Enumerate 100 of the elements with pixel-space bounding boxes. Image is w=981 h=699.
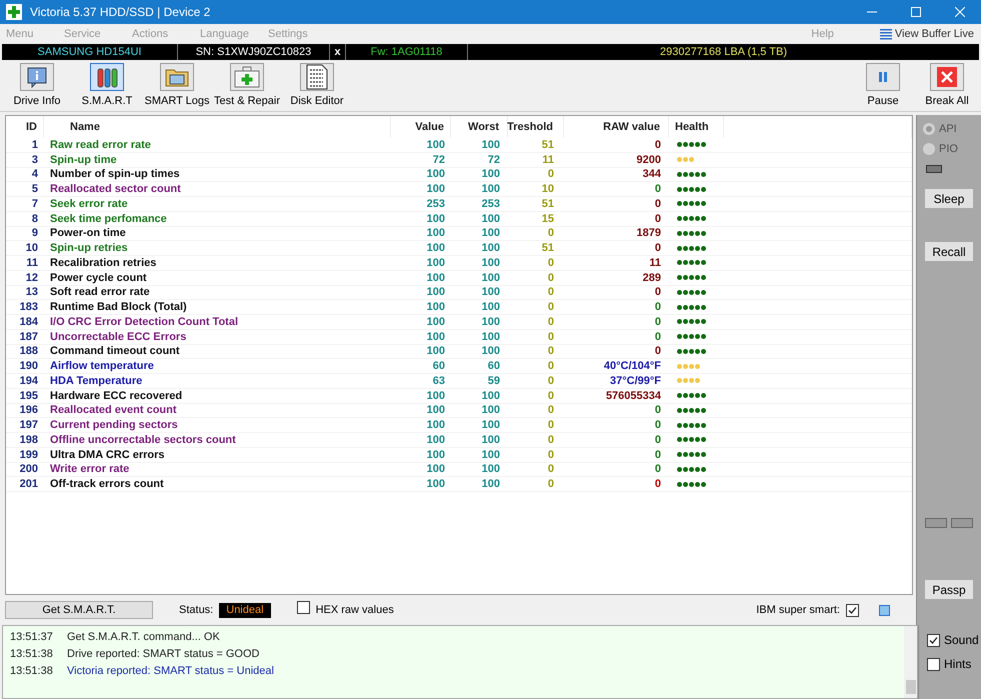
table-cell-text: 190 bbox=[18, 359, 39, 374]
table-cell-text: 100 bbox=[426, 418, 446, 432]
table-cell-text: 51 bbox=[540, 196, 555, 211]
table-cell-text: 100 bbox=[426, 477, 446, 492]
toolbar-button[interactable]: SMART Logs bbox=[142, 62, 212, 109]
option-checkbox[interactable] bbox=[927, 658, 940, 670]
table-cell-text: 59 bbox=[486, 374, 501, 388]
table-cell-text: 100 bbox=[426, 270, 446, 285]
attribute-name: Current pending sectors bbox=[49, 418, 179, 432]
table-cell-text: 51 bbox=[540, 241, 555, 256]
ibm-checkbox[interactable] bbox=[846, 604, 859, 616]
table-cell-text: 3 bbox=[30, 152, 39, 167]
table-cell-text: 100 bbox=[426, 182, 446, 196]
table-cell-text: 0 bbox=[546, 374, 555, 388]
attribute-name: Offline uncorrectable sectors count bbox=[49, 432, 237, 447]
table-cell-text: 100 bbox=[426, 344, 446, 358]
table-cell-text: 12 bbox=[24, 270, 39, 285]
table-cell-text: 0 bbox=[546, 270, 555, 285]
table-cell-text: 60 bbox=[486, 359, 501, 374]
table-cell-text: 100 bbox=[426, 388, 446, 403]
binary-document-icon bbox=[306, 64, 328, 90]
attribute-name: HDA Temperature bbox=[49, 374, 144, 388]
attribute-name: Reallocated sector count bbox=[49, 182, 182, 196]
table-cell-text: 11 bbox=[541, 152, 555, 167]
checkbox-label: Hints bbox=[944, 656, 972, 673]
drive-model: SAMSUNG HD154UI bbox=[2, 44, 178, 60]
table-cell-text: 100 bbox=[426, 226, 446, 240]
table-cell-text: 195 bbox=[18, 388, 39, 403]
option-checkbox[interactable] bbox=[927, 634, 940, 646]
table-cell-text: 100 bbox=[426, 403, 446, 418]
table-cell-text: 0 bbox=[654, 241, 662, 256]
close-icon bbox=[937, 66, 957, 86]
toolbar-button[interactable]: Disk Editor bbox=[282, 62, 352, 109]
app-logo-icon bbox=[6, 4, 22, 20]
capacity-label: 2930277168 LBA (1,5 TB) bbox=[658, 45, 788, 60]
table-cell-text: 194 bbox=[18, 374, 39, 388]
table-cell-text: 0 bbox=[546, 403, 555, 418]
table-cell-text: 253 bbox=[480, 196, 501, 211]
maximize-icon[interactable] bbox=[911, 7, 921, 17]
attribute-name: Soft read error rate bbox=[49, 285, 151, 300]
table-cell-text: 100 bbox=[426, 256, 446, 270]
table-cell-text: 100 bbox=[480, 462, 501, 476]
table-cell-text: 0 bbox=[654, 212, 662, 226]
table-cell-text: 0 bbox=[654, 344, 662, 358]
side-button[interactable]: Recall bbox=[925, 242, 973, 261]
log-time: 13:51:37 bbox=[9, 630, 54, 646]
attribute-name: Spin-up retries bbox=[49, 241, 129, 256]
table-cell-text: 10 bbox=[24, 241, 39, 256]
log-time: 13:51:38 bbox=[9, 647, 54, 662]
table-cell-text: 9200 bbox=[636, 152, 662, 167]
table-cell-text: 100 bbox=[426, 314, 446, 329]
table-cell-text: 100 bbox=[480, 448, 501, 462]
table-cell-text: 289 bbox=[642, 270, 662, 285]
table-cell-text: 0 bbox=[546, 477, 555, 492]
toolbar-button[interactable]: Drive Info bbox=[2, 62, 72, 109]
table-cell-text: 0 bbox=[546, 167, 555, 182]
table-cell-text: 11 bbox=[648, 256, 662, 270]
status-value: Unideal bbox=[219, 602, 271, 618]
side-button[interactable]: Sleep bbox=[925, 189, 973, 208]
table-cell-text: 0 bbox=[654, 448, 662, 462]
hex-checkbox[interactable] bbox=[296, 600, 310, 614]
pause-button[interactable]: Pause bbox=[851, 62, 915, 109]
passp-button[interactable]: Passp bbox=[925, 580, 973, 599]
table-cell-text: 37°C/99°F bbox=[609, 374, 662, 388]
table-cell-text: 100 bbox=[480, 344, 501, 358]
log-message: Drive reported: SMART status = GOOD bbox=[67, 647, 260, 662]
radio-label: PIO bbox=[939, 142, 958, 157]
status-label: Status: bbox=[179, 602, 214, 618]
table-cell-text: 0 bbox=[546, 300, 555, 314]
table-cell-text: 1 bbox=[30, 138, 39, 152]
table-cell-text: 100 bbox=[426, 285, 446, 300]
table-cell-text: 576055334 bbox=[604, 388, 662, 403]
table-cell-text: 100 bbox=[480, 270, 501, 285]
table-cell-text: 0 bbox=[654, 138, 662, 152]
table-cell-text: 100 bbox=[480, 432, 501, 447]
close-icon[interactable] bbox=[955, 7, 965, 17]
table-cell-text: 201 bbox=[18, 477, 39, 492]
attribute-name: Off-track errors count bbox=[49, 477, 165, 492]
table-cell-text: 0 bbox=[546, 256, 555, 270]
toolbar-button[interactable]: S.M.A.R.T bbox=[72, 62, 142, 109]
scrollbar[interactable] bbox=[904, 626, 917, 698]
table-cell-text: 183 bbox=[18, 300, 39, 314]
view-buffer-button[interactable]: View Buffer Live bbox=[894, 26, 974, 42]
table-cell-text: 100 bbox=[480, 167, 501, 182]
table-cell-text: 100 bbox=[426, 330, 446, 344]
attribute-name: Seek time perfomance bbox=[49, 212, 168, 226]
table-cell-text: 51 bbox=[540, 138, 555, 152]
toolbar-button[interactable]: Test & Repair bbox=[212, 62, 282, 109]
table-cell-text: 100 bbox=[426, 138, 446, 152]
column-header: Treshold bbox=[508, 116, 564, 138]
column-header: ID bbox=[6, 116, 44, 138]
close-serial-button[interactable]: x bbox=[330, 44, 346, 60]
table-cell-text: 0 bbox=[546, 448, 555, 462]
table-cell-text: 100 bbox=[480, 212, 501, 226]
get-smart-button[interactable]: Get S.M.A.R.T. bbox=[5, 601, 153, 619]
break-all-button[interactable]: Break All bbox=[915, 62, 979, 109]
table-cell-text: 100 bbox=[426, 167, 446, 182]
table-cell-text: 100 bbox=[480, 330, 501, 344]
color-swatch-icon bbox=[879, 604, 890, 616]
table-cell-text: 100 bbox=[480, 300, 501, 314]
